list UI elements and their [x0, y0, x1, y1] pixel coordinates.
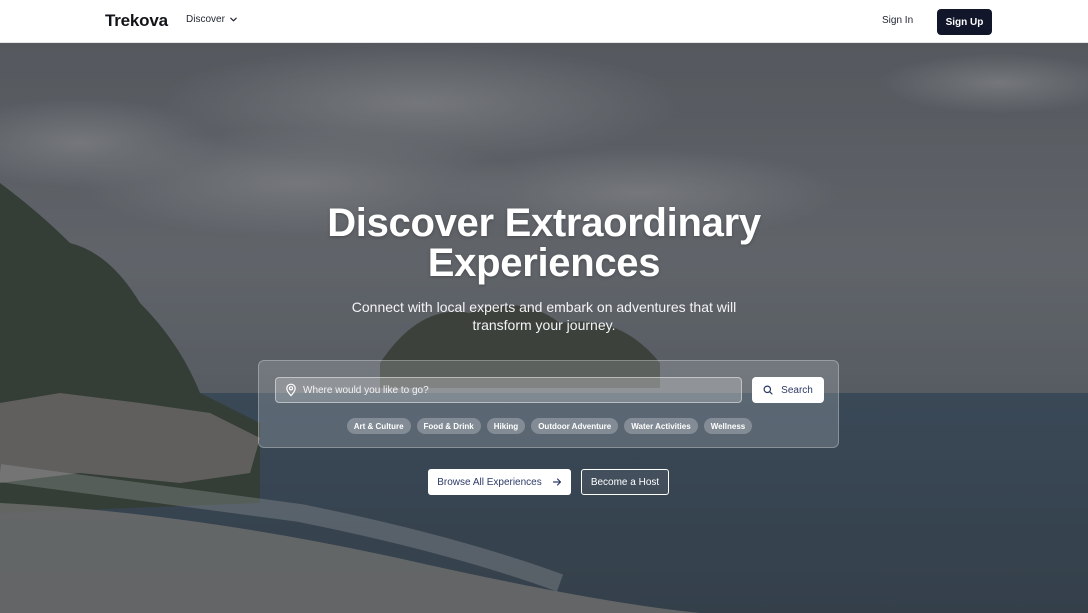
- logo[interactable]: Trekova: [105, 11, 168, 31]
- tag-wellness[interactable]: Wellness: [703, 418, 753, 434]
- map-pin-icon: [286, 383, 296, 397]
- search-button[interactable]: Search: [752, 377, 824, 403]
- tag-hiking[interactable]: Hiking: [486, 418, 526, 434]
- search-input[interactable]: [303, 384, 741, 396]
- category-tags: Art & Culture Food & Drink Hiking Outdoo…: [259, 418, 840, 434]
- tag-art-culture[interactable]: Art & Culture: [346, 418, 411, 434]
- hero-title-line2: Experiences: [427, 241, 661, 285]
- browse-button-label: Browse All Experiences: [437, 476, 542, 488]
- search-panel: Search Art & Culture Food & Drink Hiking…: [258, 360, 839, 448]
- search-field[interactable]: [275, 377, 742, 403]
- hero-subtitle: Connect with local experts and embark on…: [351, 299, 737, 333]
- arrow-right-icon: [552, 478, 561, 486]
- hero-title: Discover Extraordinary Experiences: [0, 203, 1088, 283]
- tag-food-drink[interactable]: Food & Drink: [416, 418, 481, 434]
- hero-title-line1: Discover Extraordinary: [327, 201, 761, 245]
- browse-all-experiences-button[interactable]: Browse All Experiences: [428, 469, 571, 495]
- become-host-button[interactable]: Become a Host: [581, 469, 669, 495]
- tag-water-activities[interactable]: Water Activities: [624, 418, 698, 434]
- sign-in-link[interactable]: Sign In: [882, 15, 913, 26]
- search-icon: [763, 385, 773, 395]
- hero-section: Discover Extraordinary Experiences Conne…: [0, 43, 1088, 613]
- sign-up-button[interactable]: Sign Up: [937, 9, 992, 35]
- discover-menu[interactable]: Discover: [186, 14, 238, 25]
- search-button-label: Search: [781, 384, 813, 396]
- top-navbar: Trekova Discover Sign In Sign Up: [0, 0, 1088, 43]
- chevron-down-icon: [230, 17, 237, 22]
- discover-label: Discover: [186, 14, 225, 25]
- tag-outdoor-adventure[interactable]: Outdoor Adventure: [531, 418, 619, 434]
